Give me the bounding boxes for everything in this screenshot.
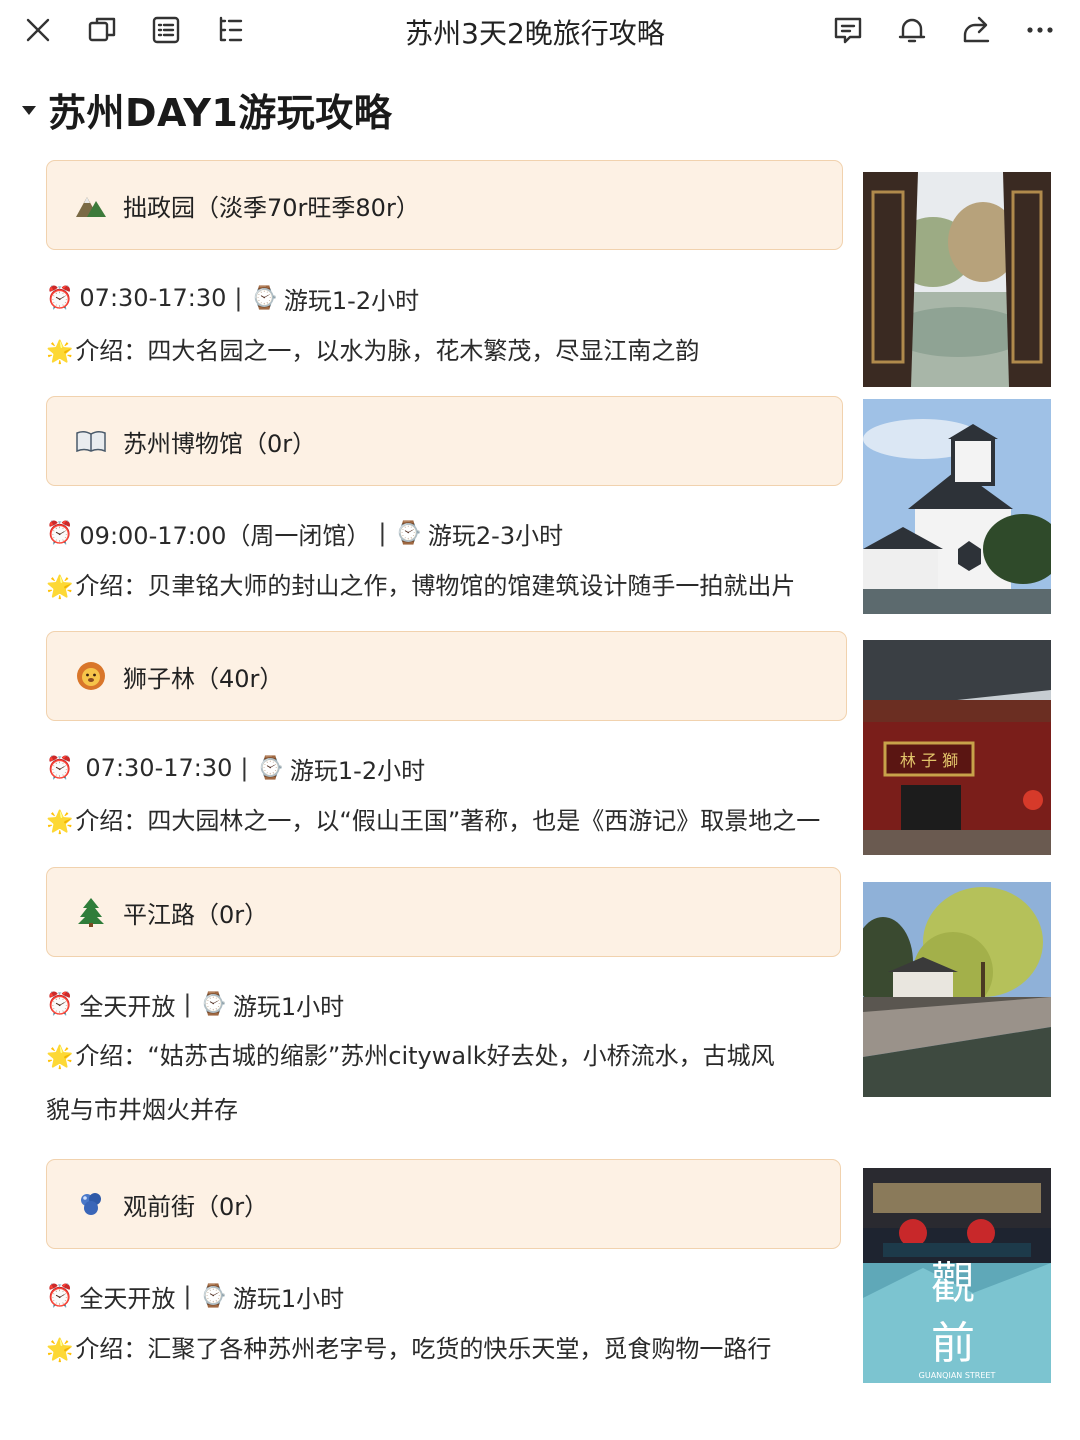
section-heading[interactable]: 苏州DAY1游玩攻略 — [22, 82, 392, 136]
bell-icon[interactable] — [892, 10, 932, 50]
visit-duration: 游玩1小时 — [232, 1284, 345, 1313]
attraction-callout[interactable]: 平江路（0r） — [46, 867, 841, 957]
garden-window-photo[interactable] — [863, 172, 1051, 387]
attraction-intro: 🌟介绍：贝聿铭大师的封山之作，博物馆的馆建筑设计随手一拍就出片 — [46, 560, 846, 614]
intro-text: 介绍：贝聿铭大师的封山之作，博物馆的馆建筑设计随手一拍就出片 — [75, 572, 796, 600]
attraction-meta: ⏰ 全天开放 | ⌚ 游玩1小时 — [46, 986, 344, 1022]
top-toolbar: 苏州3天2晚旅行攻略 — [0, 0, 1080, 62]
opening-hours: 09:00-17:00（周一闭馆） — [79, 521, 371, 550]
visit-duration: 游玩1-2小时 — [289, 756, 426, 785]
watch-icon: ⌚ — [256, 755, 284, 781]
star-icon: 🌟 — [46, 1045, 74, 1070]
museum-photo[interactable] — [863, 399, 1051, 614]
intro-text: 介绍：四大园林之一，以“假山王国”著称，也是《西游记》取景地之一 — [75, 807, 821, 835]
comment-icon[interactable] — [828, 10, 868, 50]
outline-icon[interactable] — [146, 10, 186, 50]
watch-icon: ⌚ — [199, 991, 227, 1017]
photo-caption: GUANQIAN STREET — [919, 1371, 996, 1380]
attraction-title: 平江路（0r） — [123, 900, 269, 929]
intro-text: 介绍：“姑苏古城的缩影”苏州citywalk好去处，小桥流水，古城风貌与市井烟火… — [46, 1042, 775, 1124]
star-icon: 🌟 — [46, 810, 74, 835]
attraction-title: 拙政园（淡季70r旺季80r） — [123, 193, 420, 222]
intro-text: 介绍：四大名园之一，以水为脉，花木繁茂，尽显江南之韵 — [75, 337, 700, 365]
lion-grove-gate-photo[interactable]: 林 子 獅 — [863, 640, 1051, 855]
divider: | — [234, 284, 243, 312]
attraction-title: 苏州博物馆（0r） — [123, 429, 317, 458]
attraction-callout[interactable]: 苏州博物馆（0r） — [46, 396, 843, 486]
close-icon[interactable] — [18, 10, 58, 50]
photo-title-char-1: 觀 — [931, 1258, 975, 1309]
opening-hours: 07:30-17:30 — [85, 754, 233, 782]
star-icon: 🌟 — [46, 340, 74, 365]
blue-blob-icon — [73, 1186, 109, 1222]
intro-text: 介绍：汇聚了各种苏州老字号，吃货的快乐天堂，觅食购物一路行 — [75, 1335, 772, 1363]
more-icon[interactable] — [1020, 10, 1060, 50]
canal-street-photo[interactable] — [863, 882, 1051, 1097]
attraction-callout[interactable]: 拙政园（淡季70r旺季80r） — [46, 160, 843, 250]
pine-tree-icon — [73, 894, 109, 930]
divider: | — [378, 519, 387, 547]
watch-icon: ⌚ — [250, 285, 278, 311]
window-icon[interactable] — [82, 10, 122, 50]
attraction-callout[interactable]: 观前街（0r） — [46, 1159, 841, 1249]
attraction-intro: 🌟介绍：汇聚了各种苏州老字号，吃货的快乐天堂，觅食购物一路行 — [46, 1323, 846, 1377]
mountain-icon — [73, 187, 109, 223]
lion-icon — [73, 658, 109, 694]
gate-sign-text: 林 子 獅 — [900, 751, 958, 770]
share-icon[interactable] — [956, 10, 996, 50]
attraction-intro: 🌟介绍：四大园林之一，以“假山王国”著称，也是《西游记》取景地之一 — [46, 795, 856, 849]
photo-title-char-2: 前 — [931, 1318, 975, 1369]
star-icon: 🌟 — [46, 575, 74, 600]
visit-duration: 游玩1-2小时 — [283, 286, 420, 315]
watch-icon: ⌚ — [199, 1283, 227, 1309]
star-icon: 🌟 — [46, 1338, 74, 1363]
opening-hours: 全天开放 — [79, 1284, 176, 1313]
book-icon — [73, 423, 109, 459]
alarm-clock-icon: ⏰ — [46, 1283, 74, 1309]
divider: | — [183, 990, 192, 1018]
collapse-caret-icon[interactable] — [22, 105, 36, 115]
alarm-clock-icon: ⏰ — [46, 991, 74, 1017]
watch-icon: ⌚ — [394, 520, 422, 546]
divider: | — [240, 754, 249, 782]
attraction-title: 观前街（0r） — [123, 1192, 269, 1221]
visit-duration: 游玩2-3小时 — [427, 521, 564, 550]
attraction-meta: ⏰ 07:30-17:30 | ⌚ 游玩1-2小时 — [46, 280, 419, 316]
guanqian-street-photo[interactable]: 觀 前 GUANQIAN STREET — [863, 1168, 1051, 1383]
attraction-meta: ⏰ 全天开放 | ⌚ 游玩1小时 — [46, 1278, 344, 1314]
alarm-clock-icon: ⏰ — [46, 755, 74, 781]
document-title: 苏州3天2晚旅行攻略 — [405, 17, 665, 50]
attraction-meta: ⏰ 09:00-17:00（周一闭馆） | ⌚ 游玩2-3小时 — [46, 515, 563, 551]
alarm-clock-icon: ⏰ — [46, 285, 74, 311]
list-tree-icon[interactable] — [210, 10, 250, 50]
attraction-intro: 🌟介绍：四大名园之一，以水为脉，花木繁茂，尽显江南之韵 — [46, 325, 846, 379]
attraction-callout[interactable]: 狮子林（40r） — [46, 631, 847, 721]
attraction-title: 狮子林（40r） — [123, 664, 284, 693]
section-heading-text: 苏州DAY1游玩攻略 — [48, 90, 393, 135]
alarm-clock-icon: ⏰ — [46, 520, 74, 546]
opening-hours: 07:30-17:30 — [79, 284, 227, 312]
opening-hours: 全天开放 — [79, 992, 176, 1021]
divider: | — [183, 1282, 192, 1310]
attraction-intro: 🌟介绍：“姑苏古城的缩影”苏州citywalk好去处，小桥流水，古城风貌与市井烟… — [46, 1030, 796, 1136]
attraction-meta: ⏰ 07:30-17:30 | ⌚ 游玩1-2小时 — [46, 750, 425, 786]
visit-duration: 游玩1小时 — [232, 992, 345, 1021]
